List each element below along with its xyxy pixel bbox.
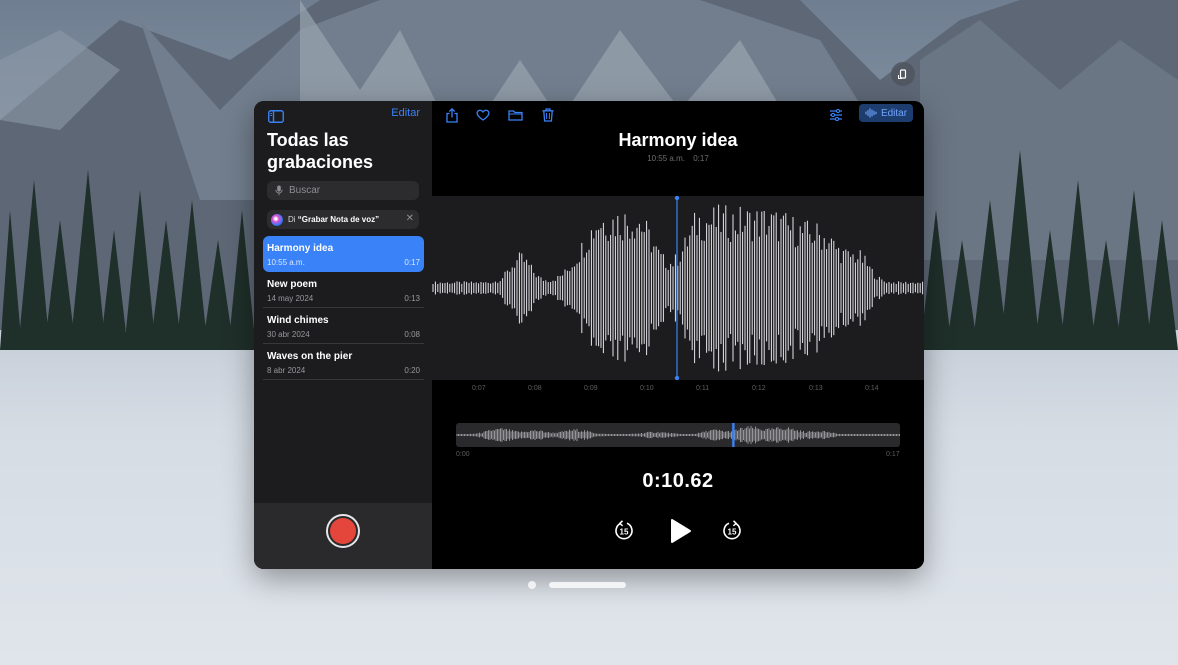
list-item[interactable]: Waves on the pier 8 abr 2024 0:20: [263, 344, 424, 380]
sidebar-icon: [268, 109, 284, 123]
tick-label: 0:14: [865, 385, 879, 392]
sidebar-toggle-button[interactable]: [266, 106, 286, 126]
siri-tip-text: Di “Grabar Nota de voz”: [288, 215, 379, 224]
recording-name: Waves on the pier: [267, 351, 353, 362]
play-icon: [671, 519, 691, 543]
goforward-15-icon: 15: [723, 520, 741, 540]
recording-meta: 10:55 a.m. 0:17: [432, 154, 924, 163]
skip-back-button[interactable]: 15: [612, 519, 636, 543]
waveform[interactable]: [432, 195, 924, 381]
overview-playhead[interactable]: [732, 422, 735, 448]
heart-icon: [476, 109, 490, 121]
move-to-folder-button[interactable]: [505, 105, 525, 125]
tick-label: 0:09: [584, 385, 598, 392]
share-button[interactable]: [442, 105, 462, 125]
siri-tip-banner: Di “Grabar Nota de voz” ✕: [267, 210, 419, 229]
sliders-icon: [830, 109, 842, 121]
skip-forward-seconds: 15: [728, 528, 737, 537]
recording-date: 30 abr 2024: [267, 330, 310, 339]
timeline-ruler: 0:07 0:08 0:09 0:10 0:11 0:12 0:13 0:14: [432, 383, 924, 397]
edit-recording-button[interactable]: Editar: [859, 104, 913, 122]
skip-back-seconds: 15: [620, 528, 629, 537]
tick-label: 0:13: [809, 385, 823, 392]
current-time: 0:10.62: [642, 470, 714, 492]
overview-start-time: 0:00: [456, 451, 470, 458]
recordings-list: Harmony idea 10:55 a.m. 0:17 New poem 14…: [263, 236, 424, 380]
window-grabber-bar[interactable]: [549, 582, 626, 588]
tick-label: 0:10: [640, 385, 654, 392]
recording-time: 10:55 a.m.: [647, 154, 685, 163]
sidebar-edit-button[interactable]: Editar: [391, 107, 420, 119]
recording-duration: 0:20: [404, 366, 420, 375]
mic-icon[interactable]: [275, 185, 283, 196]
rotate-device-icon: [898, 69, 907, 79]
recording-date: 8 abr 2024: [267, 366, 306, 375]
recording-duration: 0:08: [404, 330, 420, 339]
recording-date: 14 may 2024: [267, 294, 314, 303]
siri-tip-prefix: Di: [288, 215, 298, 224]
recording-detail: Editar Harmony idea 10:55 a.m. 0:17 0:07…: [432, 101, 924, 569]
window-resize-ornament-button[interactable]: [891, 62, 915, 86]
skip-forward-button[interactable]: 15: [720, 519, 744, 543]
tick-label: 0:08: [528, 385, 542, 392]
tick-label: 0:12: [752, 385, 766, 392]
recording-name: Harmony idea: [267, 243, 334, 254]
share-icon: [446, 107, 458, 123]
waveform-editor[interactable]: [432, 195, 924, 381]
tick-label: 0:07: [472, 385, 486, 392]
list-item[interactable]: New poem 14 may 2024 0:13: [263, 272, 424, 308]
voice-memos-window: Editar Todas las grabaciones Di “Grabar …: [254, 101, 924, 569]
search-field[interactable]: [267, 181, 419, 200]
folder-icon: [507, 110, 523, 121]
recording-name: New poem: [267, 279, 318, 290]
siri-tip-phrase: “Grabar Nota de voz”: [297, 215, 380, 224]
playhead-handle[interactable]: [674, 375, 680, 381]
edit-recording-label: Editar: [880, 107, 908, 119]
gobackward-15-icon: 15: [615, 520, 633, 540]
trash-icon: [542, 108, 554, 122]
list-item[interactable]: Wind chimes 30 abr 2024 0:08: [263, 308, 424, 344]
recording-name: Wind chimes: [267, 315, 329, 326]
recording-duration: 0:13: [404, 294, 420, 303]
waveform-overview-scrubber[interactable]: [456, 422, 900, 448]
overview-waveform[interactable]: [456, 422, 900, 448]
options-button[interactable]: [826, 105, 846, 125]
favorite-button[interactable]: [473, 105, 493, 125]
list-item[interactable]: Harmony idea 10:55 a.m. 0:17: [263, 236, 424, 272]
waveform-icon: [865, 108, 877, 118]
tick-label: 0:11: [696, 385, 710, 392]
overview-end-time: 0:17: [886, 451, 900, 458]
sidebar-title: Todas las grabaciones: [267, 130, 374, 172]
sidebar: Editar Todas las grabaciones Di “Grabar …: [254, 101, 432, 569]
record-bar: [254, 503, 432, 569]
playhead-handle[interactable]: [674, 195, 680, 201]
close-icon[interactable]: ✕: [406, 213, 414, 224]
window-close-dot[interactable]: [528, 581, 536, 589]
recording-date: 10:55 a.m.: [267, 258, 305, 267]
search-input[interactable]: [289, 185, 409, 196]
record-icon: [330, 518, 356, 544]
play-button[interactable]: [666, 515, 696, 547]
delete-button[interactable]: [538, 105, 558, 125]
recording-title: Harmony idea: [618, 130, 738, 150]
record-button[interactable]: [326, 514, 360, 548]
recording-duration: 0:17: [404, 258, 420, 267]
recording-length: 0:17: [693, 154, 709, 163]
siri-icon: [271, 213, 283, 226]
